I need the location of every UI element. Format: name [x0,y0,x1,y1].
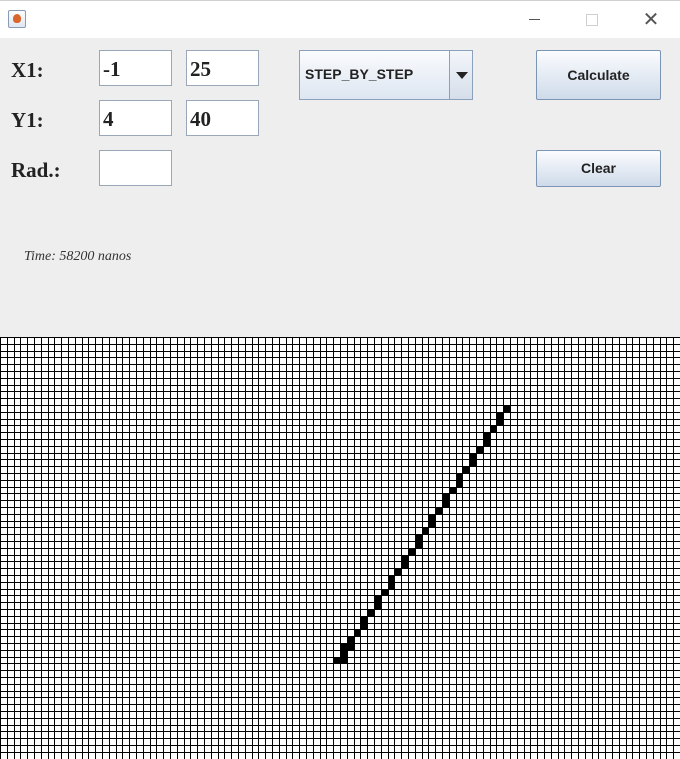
filled-pixel [442,493,449,500]
filled-pixel [388,582,395,589]
minimize-icon [528,19,540,20]
x1-label: X1: [11,58,44,82]
filled-pixel [381,589,388,596]
maximize-icon [586,13,598,26]
algorithm-dropdown[interactable]: STEP_BY_STEP [299,50,473,100]
filled-pixel [374,602,381,609]
filled-pixel [340,650,347,657]
chevron-down-icon [456,72,468,79]
filled-pixel [340,643,347,650]
filled-pixel [483,439,490,446]
y1-input[interactable]: 4 [99,100,172,136]
algorithm-selected-value: STEP_BY_STEP [305,66,414,82]
filled-pixel [347,643,354,650]
radius-label: Rad.: [11,158,61,182]
dropdown-toggle[interactable] [449,51,472,99]
time-status: Time: 58200 nanos [24,249,132,264]
y2-input[interactable]: 40 [186,100,259,136]
close-icon: ✕ [642,7,660,31]
pixel-grid [0,337,680,759]
filled-pixel [367,609,374,616]
filled-pixel [374,595,381,602]
calculate-button[interactable]: Calculate [536,50,661,100]
filled-pixel [360,623,367,630]
filled-pixel [490,425,497,432]
filled-pixel [347,636,354,643]
filled-pixel [401,555,408,562]
grid-path [0,337,680,759]
filled-pixel [401,561,408,568]
filled-pixel [415,541,422,548]
filled-pixel [442,500,449,507]
filled-pixel [503,405,510,412]
maximize-button[interactable] [569,1,615,37]
drawing-canvas[interactable] [0,337,680,759]
filled-pixel [408,548,415,555]
filled-pixel [469,459,476,466]
minimize-button[interactable] [511,1,557,37]
filled-pixel [415,534,422,541]
grid-lines [0,337,680,759]
java-cup-icon [8,10,26,28]
filled-pixel [456,473,463,480]
title-bar: ✕ [0,0,680,38]
filled-pixel [462,466,469,473]
radius-input[interactable] [99,150,172,186]
filled-pixel [496,419,503,426]
filled-pixel [435,507,442,514]
filled-pixel [428,521,435,528]
filled-pixel [428,514,435,521]
filled-pixel [388,575,395,582]
filled-pixel [340,657,347,664]
filled-pixel [469,453,476,460]
x2-input[interactable]: 25 [186,50,259,86]
y1-label: Y1: [11,108,44,132]
filled-pixel [422,527,429,534]
filled-pixel [360,616,367,623]
filled-pixel [456,480,463,487]
clear-button[interactable]: Clear [536,150,661,187]
filled-pixel [333,657,340,664]
x1-input[interactable]: -1 [99,50,172,86]
filled-pixel [476,446,483,453]
close-button[interactable]: ✕ [628,1,674,37]
filled-pixel [449,487,456,494]
filled-pixel [483,432,490,439]
filled-pixel [394,568,401,575]
filled-pixel [496,412,503,419]
filled-pixel [354,629,361,636]
